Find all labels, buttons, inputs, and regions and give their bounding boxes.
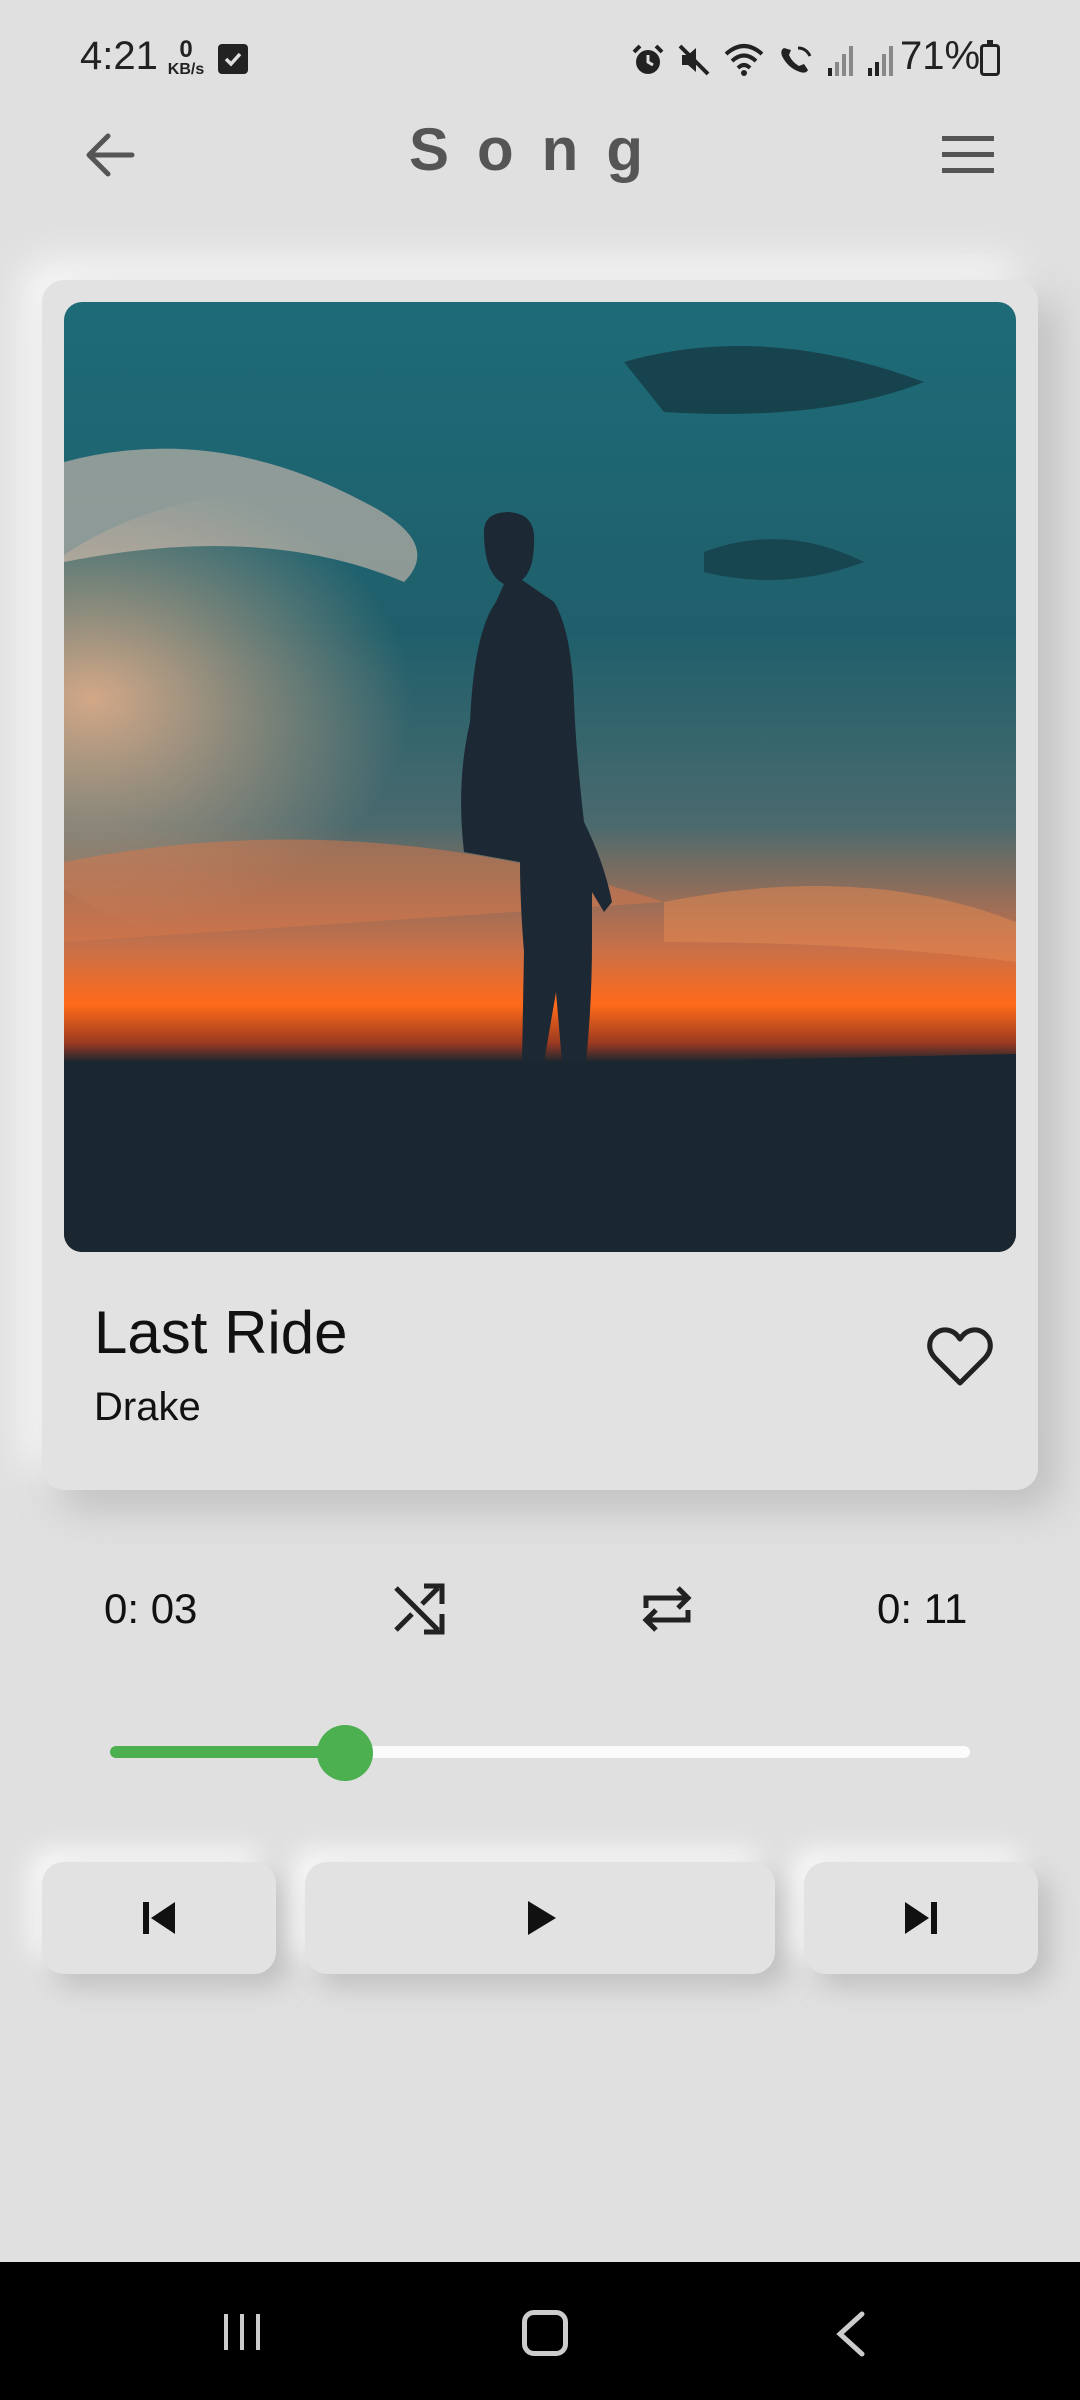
skip-next-icon [905,1902,937,1934]
recents-button[interactable] [220,2312,264,2352]
shuffle-icon [394,1583,445,1635]
home-button[interactable] [522,2310,568,2356]
heart-outline-icon [927,1327,993,1386]
battery-icon [980,40,1000,76]
alarm-icon [632,44,664,74]
battery-percent: 71% [900,34,981,78]
play-icon [528,1901,556,1935]
hamburger-menu-icon [942,136,994,173]
song-artist: Drake [94,1385,201,1429]
previous-button[interactable] [42,1862,276,1974]
next-button[interactable] [804,1862,1038,1974]
status-icons [630,38,896,82]
repeat-icon [642,1586,692,1632]
wifi-icon [724,44,764,76]
network-speed-unit: KB/s [167,61,205,78]
signal-icon [868,46,893,76]
seek-bar-thumb[interactable] [316,1725,373,1781]
checkbox-notification-icon [218,44,248,74]
status-time: 4:21 [80,34,158,78]
status-bar: 4:21 0 KB/s 71% [0,0,1080,120]
album-art [64,302,1016,1252]
signal-icon [828,46,853,76]
recents-icon [224,2314,260,2350]
current-time: 0: 03 [104,1585,198,1632]
back-icon [836,2311,865,2357]
arrow-left-icon [86,133,135,177]
total-time: 0: 11 [877,1585,968,1632]
page-title: Song [409,116,671,183]
skip-previous-icon [143,1902,175,1934]
wifi-call-icon [781,46,812,73]
network-speed: 0 KB/s [163,38,209,78]
play-button[interactable] [305,1862,775,1974]
network-speed-value: 0 [179,36,193,63]
seek-bar-progress [110,1746,345,1758]
shuffle-button[interactable] [388,1578,450,1640]
back-button[interactable] [80,125,140,185]
mute-icon [678,44,710,76]
nav-back-button[interactable] [830,2310,870,2358]
menu-button[interactable] [940,132,996,178]
song-title: Last Ride [94,1299,348,1366]
repeat-button[interactable] [636,1578,698,1640]
favorite-button[interactable] [925,1325,995,1389]
